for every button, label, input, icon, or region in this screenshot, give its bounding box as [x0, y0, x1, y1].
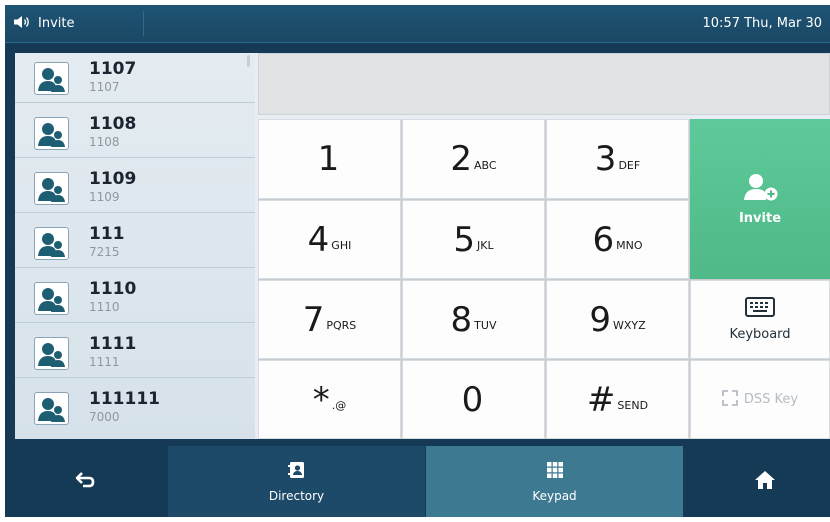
key-3[interactable]: 3 DEF	[546, 119, 689, 199]
contact-name: 1107	[89, 59, 137, 79]
contact-number: 1110	[89, 300, 120, 314]
contact-avatar-icon	[34, 172, 69, 205]
status-bar: Invite 10:57 Thu, Mar 30	[5, 5, 830, 43]
tab-keypad-label: Keypad	[532, 488, 577, 503]
contact-name: 111111	[89, 389, 160, 409]
key-2[interactable]: 2 ABC	[402, 119, 545, 199]
home-icon	[754, 470, 776, 494]
key-digit: 6	[592, 219, 615, 260]
contact-name: 1111	[89, 334, 137, 354]
tab-directory[interactable]: Directory	[168, 446, 425, 517]
tab-directory-label: Directory	[268, 488, 325, 503]
keypad-grid-icon	[546, 461, 564, 483]
contact-avatar-icon	[34, 62, 69, 95]
directory-icon	[287, 461, 306, 483]
key-letters: SEND	[617, 399, 649, 412]
dss-key-button[interactable]: DSS Key	[690, 360, 830, 439]
contact-list: 1107 1107 1108 1108 1109 1109 111 7215 1…	[15, 53, 255, 439]
keyboard-label: Keyboard	[729, 327, 791, 342]
contact-name: 1110	[89, 279, 137, 299]
key-letters: DEF	[618, 159, 641, 172]
key-digit: 2	[450, 139, 473, 179]
home-button[interactable]	[745, 467, 785, 497]
key-letters: ABC	[474, 159, 497, 172]
key-1[interactable]: 1	[258, 119, 401, 199]
bottom-nav: Directory Keypad	[5, 442, 830, 517]
key-digit: 5	[453, 219, 476, 260]
back-arrow-icon	[74, 471, 96, 493]
contact-number: 1107	[89, 80, 120, 94]
key-digit: *	[312, 379, 330, 420]
back-button[interactable]	[65, 467, 105, 497]
key-star[interactable]: * .@	[258, 360, 401, 439]
speaker-icon	[13, 15, 33, 33]
screen-title: Invite	[38, 16, 75, 31]
keyboard-button[interactable]: Keyboard	[690, 280, 830, 359]
key-6[interactable]: 6 MNO	[546, 200, 689, 279]
contact-number: 7215	[89, 245, 120, 259]
key-digit: 1	[317, 139, 340, 179]
key-letters: JKL	[477, 239, 494, 252]
contact-item[interactable]: 1107 1107	[15, 53, 255, 103]
contact-avatar-icon	[34, 227, 69, 260]
expand-icon	[721, 389, 738, 410]
contact-item[interactable]: 1111 1111	[15, 328, 255, 378]
key-4[interactable]: 4 GHI	[258, 200, 401, 279]
key-7[interactable]: 7 PQRS	[258, 280, 401, 359]
invite-label: Invite	[738, 210, 782, 226]
keyboard-icon	[745, 297, 775, 321]
key-letters: WXYZ	[612, 319, 646, 332]
key-digit: 9	[589, 299, 611, 340]
key-digit: 0	[461, 379, 484, 420]
contact-item[interactable]: 1110 1110	[15, 273, 255, 323]
contact-number: 1109	[89, 190, 120, 204]
key-8[interactable]: 8 TUV	[402, 280, 545, 359]
key-letters: .@	[331, 399, 347, 412]
status-divider	[143, 11, 144, 36]
contact-avatar-icon	[34, 337, 69, 370]
key-digit: #	[586, 379, 616, 420]
key-hash[interactable]: # SEND	[546, 360, 689, 439]
add-contact-icon	[742, 173, 778, 205]
contact-item[interactable]: 1108 1108	[15, 108, 255, 158]
invite-button[interactable]: Invite	[690, 119, 830, 279]
key-letters: GHI	[331, 239, 352, 252]
contact-number: 1111	[89, 355, 120, 369]
dial-keypad: 1 2 ABC 3 DEF Invite 4 GHI 5 JKL 6 MNO 7…	[258, 119, 830, 439]
contact-name: 1108	[89, 114, 137, 134]
key-5[interactable]: 5 JKL	[402, 200, 545, 279]
contact-number: 1108	[89, 135, 120, 149]
key-letters: PQRS	[326, 319, 357, 332]
key-digit: 8	[450, 299, 473, 340]
key-0[interactable]: 0	[402, 360, 545, 439]
dial-number-input[interactable]	[258, 53, 830, 115]
contact-avatar-icon	[34, 392, 69, 425]
status-left: Invite	[13, 5, 74, 42]
main-panel: 1107 1107 1108 1108 1109 1109 111 7215 1…	[15, 53, 830, 439]
contact-avatar-icon	[34, 282, 69, 315]
dss-key-label: DSS Key	[743, 392, 799, 407]
key-digit: 7	[302, 299, 325, 340]
contact-item[interactable]: 111 7215	[15, 218, 255, 268]
tab-keypad[interactable]: Keypad	[426, 446, 683, 517]
contact-name: 1109	[89, 169, 137, 189]
contact-avatar-icon	[34, 117, 69, 150]
clock: 10:57 Thu, Mar 30	[702, 16, 822, 31]
key-digit: 4	[307, 219, 330, 260]
contact-item[interactable]: 111111 7000	[15, 383, 255, 432]
key-digit: 3	[594, 139, 617, 179]
key-letters: TUV	[474, 319, 497, 332]
contact-name: 111	[89, 224, 125, 244]
contact-number: 7000	[89, 410, 120, 424]
contact-item[interactable]: 1109 1109	[15, 163, 255, 213]
key-9[interactable]: 9 WXYZ	[546, 280, 689, 359]
phone-screen: Invite 10:57 Thu, Mar 30 1107 1107 1108 …	[5, 5, 830, 517]
key-letters: MNO	[616, 239, 643, 252]
